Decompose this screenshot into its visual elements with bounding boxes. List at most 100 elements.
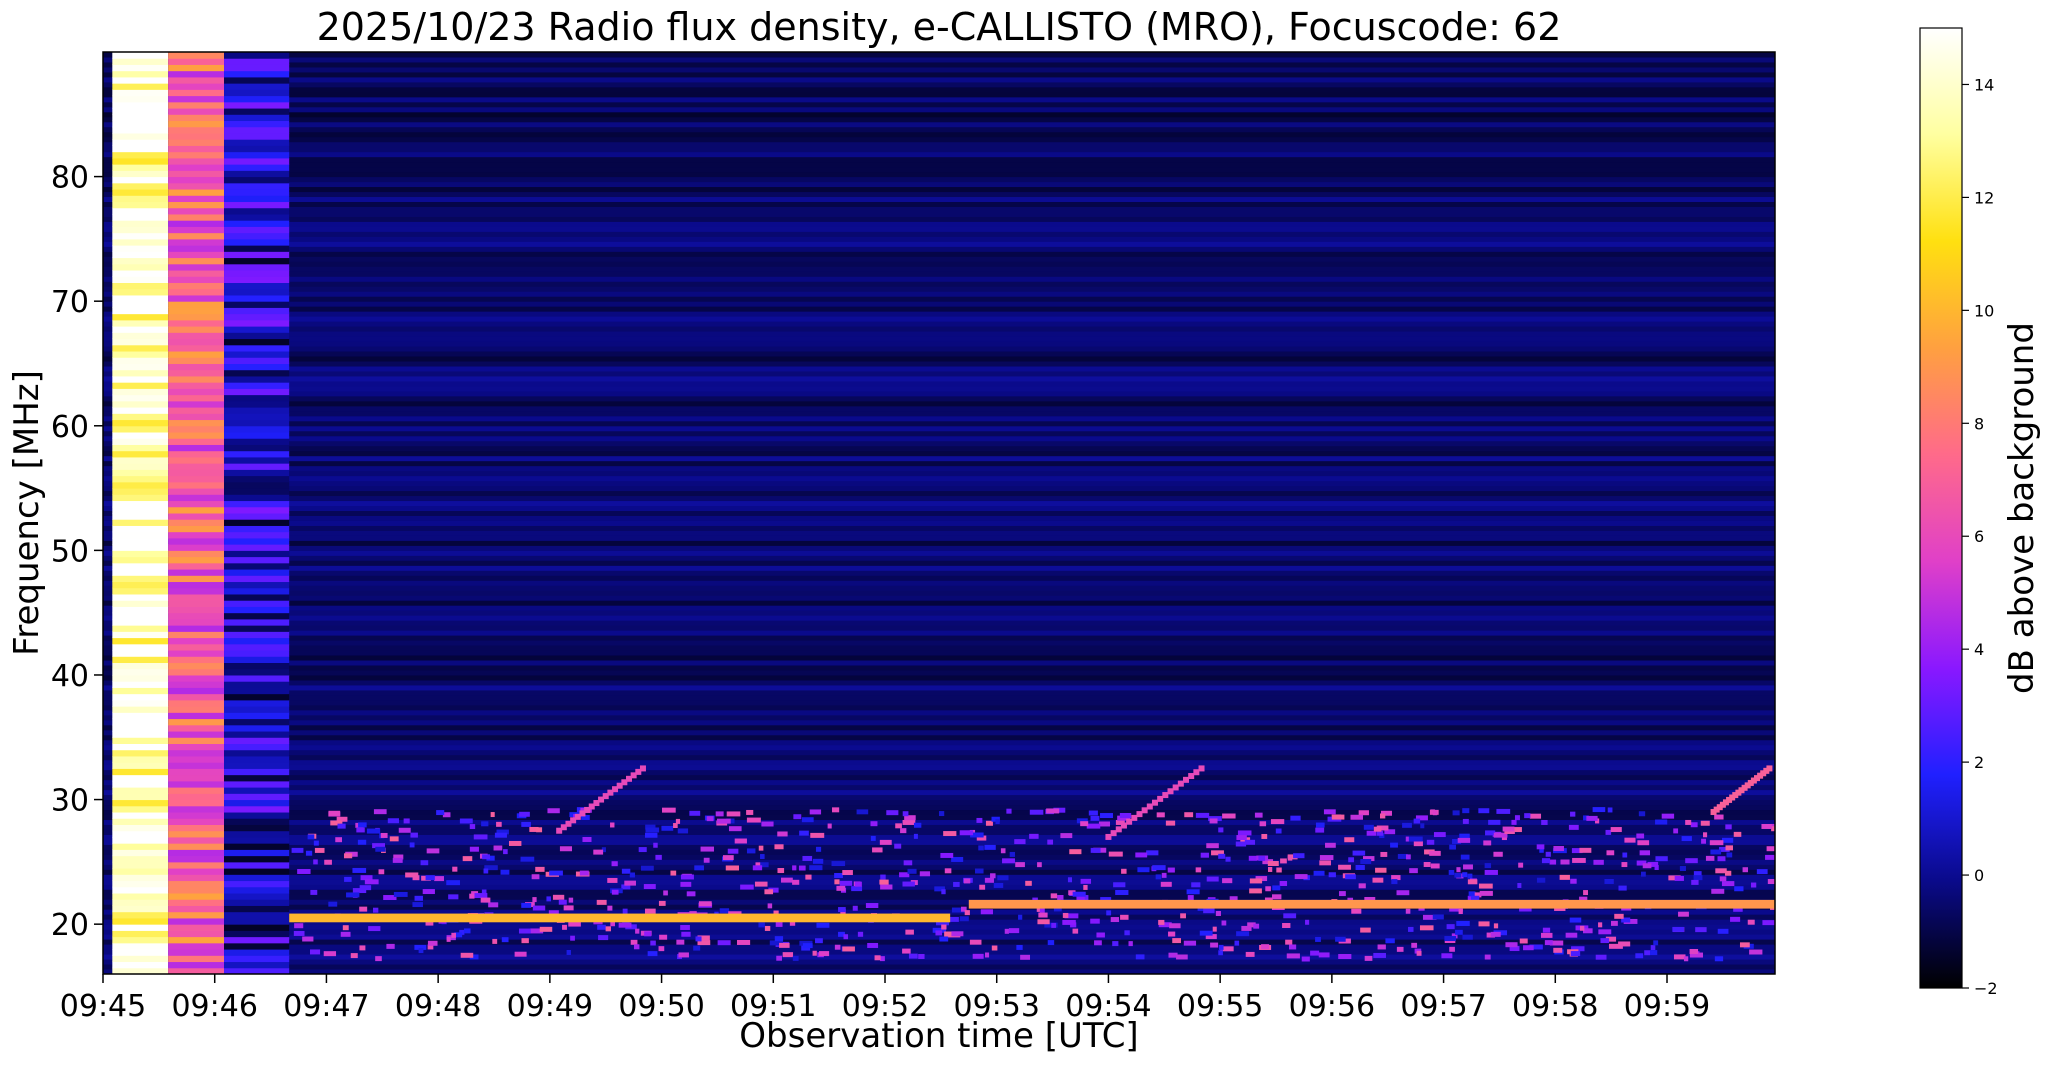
interference-blob [375, 956, 382, 962]
calibration-column-cell [168, 874, 225, 882]
calibration-column-cell [224, 245, 290, 252]
calibration-column-cell [168, 145, 225, 153]
calibration-column-cell [112, 762, 169, 769]
calibration-column-cell [168, 294, 225, 302]
interference-blob [1541, 858, 1551, 864]
calibration-column-cell [224, 101, 290, 109]
interference-blob [754, 881, 768, 887]
calibration-column-cell [112, 95, 169, 103]
calibration-column-cell [112, 774, 169, 782]
interference-blob [1108, 851, 1123, 857]
calibration-column-cell [168, 195, 225, 203]
interference-blob [1200, 852, 1209, 858]
spectrogram-row [103, 709, 1775, 716]
interference-blob [1606, 850, 1615, 856]
interference-blob [842, 870, 853, 876]
interference-blob [939, 811, 945, 817]
interference-blob [368, 926, 381, 932]
calibration-column-cell [168, 805, 225, 813]
calibration-column-cell [112, 693, 169, 701]
calibration-column-cell [168, 132, 225, 140]
interference-blob [425, 875, 435, 881]
interference-blob [434, 876, 444, 882]
calibration-column-cell [112, 650, 169, 657]
interference-blob [1067, 877, 1073, 883]
calibration-column-cell [168, 64, 225, 72]
calibration-column-cell [112, 70, 169, 78]
spectrogram-row [103, 321, 1775, 327]
interference-blob [373, 809, 387, 815]
interference-blob [805, 874, 812, 880]
calibration-column-cell [112, 101, 169, 109]
spectrogram-row [103, 640, 1775, 646]
calibration-column-cell [168, 182, 225, 190]
calibration-column-cell [112, 942, 169, 950]
calibration-column-cell [224, 712, 290, 720]
interference-blob [1029, 833, 1039, 839]
interference-blob [1106, 910, 1112, 916]
calibration-column-cell [224, 288, 290, 296]
colorbar-ticks: −2 0 2 4 6 8 10 12 14 [1962, 75, 1998, 998]
interference-blob [1610, 920, 1618, 926]
interference-blob [403, 818, 410, 824]
interference-blob [842, 946, 855, 952]
interference-blob [297, 868, 311, 874]
spectrogram-row [103, 645, 1775, 651]
calibration-column-cell [112, 270, 169, 277]
calibration-column-cell [224, 195, 290, 203]
interference-blob [1373, 826, 1382, 832]
interference-blob [405, 872, 419, 878]
calibration-column-cell [224, 481, 290, 489]
calibration-column-cell [112, 213, 169, 221]
calibration-column-cell [112, 276, 169, 283]
interference-blob [661, 825, 674, 831]
interference-blob [1468, 891, 1476, 897]
interference-blob [1426, 839, 1435, 845]
interference-blob [469, 846, 479, 852]
calibration-column-cell [168, 650, 225, 657]
colorbar-tick-label: 6 [1974, 527, 1984, 546]
calibration-column-cell [112, 89, 169, 97]
spectrogram-row [103, 121, 1775, 128]
interference-blob [518, 928, 531, 934]
interference-blob [1570, 951, 1581, 957]
interference-blob [1090, 918, 1100, 924]
interference-blob [976, 817, 983, 823]
interference-blob [535, 866, 545, 872]
calibration-column-cell [224, 151, 290, 159]
interference-blob [610, 822, 615, 828]
calibration-column-cell [168, 263, 225, 271]
calibration-column-cell [112, 294, 169, 302]
interference-blob [782, 952, 794, 958]
calibration-column-cell [112, 263, 169, 271]
interference-blob [1570, 878, 1577, 884]
interference-blob [346, 892, 360, 898]
interference-blob [418, 948, 424, 954]
spectrogram-row [103, 81, 1775, 88]
calibration-column-cell [112, 861, 169, 869]
drifting-burst-point [1141, 807, 1148, 814]
interference-blob [1015, 862, 1025, 868]
interference-blob [834, 873, 843, 878]
interference-blob [539, 926, 553, 932]
interference-blob [1726, 852, 1733, 858]
interference-blob [1449, 844, 1456, 850]
spectrogram-row [103, 286, 1775, 292]
calibration-column-cell [112, 506, 169, 514]
calibration-column-cell [112, 755, 169, 763]
interference-blob [1339, 891, 1346, 897]
interference-blob [607, 877, 618, 883]
spectrogram-row [103, 246, 1775, 252]
interference-blob [681, 931, 691, 937]
interference-blob [1614, 913, 1624, 919]
calibration-column-cell [168, 936, 225, 944]
calibration-column-cell [112, 899, 169, 906]
calibration-column-cell [168, 600, 225, 607]
calibration-column-cell [112, 593, 169, 601]
interference-blob [1749, 949, 1763, 955]
calibration-column-cell [224, 668, 290, 676]
interference-blob [596, 899, 607, 905]
interference-blob [294, 923, 304, 929]
interference-blob [1650, 950, 1658, 956]
interference-blob [1402, 822, 1412, 828]
